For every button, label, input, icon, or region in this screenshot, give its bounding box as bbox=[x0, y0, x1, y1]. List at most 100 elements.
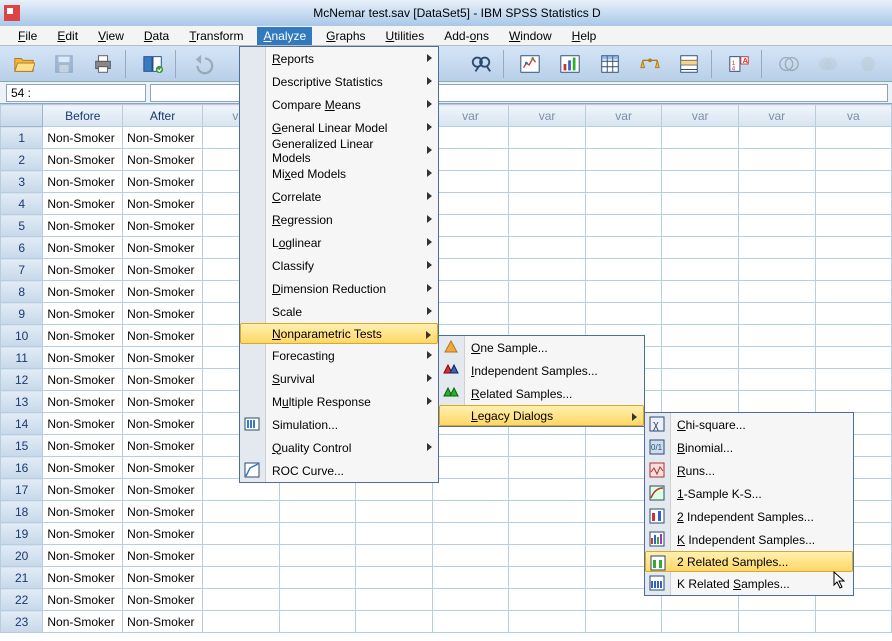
data-cell[interactable]: Non-Smoker bbox=[43, 567, 123, 589]
data-cell[interactable] bbox=[815, 347, 891, 369]
data-cell[interactable] bbox=[739, 369, 816, 391]
menu-file[interactable]: File bbox=[12, 27, 43, 45]
data-cell[interactable]: Non-Smoker bbox=[43, 347, 123, 369]
data-cell[interactable]: Non-Smoker bbox=[43, 391, 123, 413]
data-cell[interactable] bbox=[202, 501, 279, 523]
analyze-regression[interactable]: Regression bbox=[240, 208, 438, 231]
sets-button-3[interactable] bbox=[850, 49, 886, 79]
data-cell[interactable] bbox=[356, 545, 433, 567]
data-cell[interactable] bbox=[662, 369, 739, 391]
data-cell[interactable] bbox=[585, 149, 662, 171]
data-cell[interactable] bbox=[739, 193, 816, 215]
data-cell[interactable] bbox=[815, 215, 891, 237]
nonparam-independent-samples[interactable]: Independent Samples... bbox=[439, 359, 644, 382]
column-header[interactable]: var bbox=[585, 105, 662, 127]
data-cell[interactable] bbox=[279, 545, 356, 567]
row-header[interactable]: 2 bbox=[1, 149, 43, 171]
data-cell[interactable]: Non-Smoker bbox=[43, 611, 123, 633]
data-cell[interactable] bbox=[356, 589, 433, 611]
data-cell[interactable] bbox=[815, 193, 891, 215]
data-cell[interactable] bbox=[509, 259, 586, 281]
chart-button-2[interactable] bbox=[552, 49, 588, 79]
data-cell[interactable]: Non-Smoker bbox=[43, 193, 123, 215]
data-cell[interactable] bbox=[509, 303, 586, 325]
analyze-nonparametric-tests[interactable]: Nonparametric Tests bbox=[240, 323, 438, 344]
data-cell[interactable]: Non-Smoker bbox=[43, 501, 123, 523]
data-cell[interactable] bbox=[432, 457, 509, 479]
legacy-k-related-samples[interactable]: K Related Samples... bbox=[645, 572, 853, 595]
data-cell[interactable]: Non-Smoker bbox=[123, 479, 203, 501]
grid-corner[interactable] bbox=[1, 105, 43, 127]
data-cell[interactable] bbox=[202, 523, 279, 545]
grid-button[interactable] bbox=[592, 49, 628, 79]
data-cell[interactable] bbox=[432, 171, 509, 193]
data-cell[interactable] bbox=[662, 149, 739, 171]
data-cell[interactable] bbox=[815, 149, 891, 171]
analyze-quality-control[interactable]: Quality Control bbox=[240, 436, 438, 459]
data-cell[interactable]: Non-Smoker bbox=[123, 193, 203, 215]
data-cell[interactable] bbox=[662, 391, 739, 413]
data-cell[interactable] bbox=[356, 501, 433, 523]
row-header[interactable]: 1 bbox=[1, 127, 43, 149]
data-cell[interactable] bbox=[662, 611, 739, 633]
data-cell[interactable] bbox=[585, 259, 662, 281]
analyze-survival[interactable]: Survival bbox=[240, 367, 438, 390]
data-cell[interactable] bbox=[509, 523, 586, 545]
row-header[interactable]: 8 bbox=[1, 281, 43, 303]
analyze-scale[interactable]: Scale bbox=[240, 300, 438, 323]
data-cell[interactable]: Non-Smoker bbox=[123, 501, 203, 523]
analyze-correlate[interactable]: Correlate bbox=[240, 185, 438, 208]
data-cell[interactable] bbox=[432, 127, 509, 149]
data-cell[interactable] bbox=[739, 127, 816, 149]
menu-add-ons[interactable]: Add-ons bbox=[438, 27, 495, 45]
data-cell[interactable] bbox=[202, 611, 279, 633]
data-cell[interactable] bbox=[432, 237, 509, 259]
data-cell[interactable] bbox=[815, 303, 891, 325]
data-cell[interactable] bbox=[202, 567, 279, 589]
nonparam-legacy-dialogs[interactable]: Legacy Dialogs bbox=[439, 405, 644, 426]
column-header[interactable]: Before bbox=[43, 105, 123, 127]
data-cell[interactable] bbox=[662, 127, 739, 149]
data-cell[interactable]: Non-Smoker bbox=[43, 479, 123, 501]
data-cell[interactable]: Non-Smoker bbox=[43, 303, 123, 325]
data-cell[interactable] bbox=[509, 193, 586, 215]
nonparam-one-sample[interactable]: One Sample... bbox=[439, 336, 644, 359]
data-cell[interactable]: Non-Smoker bbox=[123, 127, 203, 149]
column-header[interactable]: After bbox=[123, 105, 203, 127]
column-header[interactable]: var bbox=[509, 105, 586, 127]
row-header[interactable]: 23 bbox=[1, 611, 43, 633]
data-cell[interactable] bbox=[509, 501, 586, 523]
data-cell[interactable] bbox=[509, 589, 586, 611]
menu-window[interactable]: Window bbox=[503, 27, 558, 45]
find-button[interactable] bbox=[463, 49, 499, 79]
data-cell[interactable] bbox=[432, 589, 509, 611]
data-cell[interactable]: Non-Smoker bbox=[43, 325, 123, 347]
data-cell[interactable]: Non-Smoker bbox=[123, 347, 203, 369]
data-cell[interactable] bbox=[509, 435, 586, 457]
row-header[interactable]: 5 bbox=[1, 215, 43, 237]
data-cell[interactable]: Non-Smoker bbox=[123, 523, 203, 545]
legacy-2-related-samples[interactable]: 2 Related Samples... bbox=[645, 551, 853, 572]
row-header[interactable]: 3 bbox=[1, 171, 43, 193]
data-cell[interactable] bbox=[662, 215, 739, 237]
data-cell[interactable] bbox=[662, 193, 739, 215]
data-cell[interactable] bbox=[432, 479, 509, 501]
analyze-classify[interactable]: Classify bbox=[240, 254, 438, 277]
data-cell[interactable] bbox=[662, 325, 739, 347]
data-cell[interactable] bbox=[662, 303, 739, 325]
data-cell[interactable] bbox=[739, 171, 816, 193]
data-cell[interactable] bbox=[432, 611, 509, 633]
data-cell[interactable] bbox=[432, 435, 509, 457]
chart-button-1[interactable] bbox=[512, 49, 548, 79]
data-cell[interactable] bbox=[279, 589, 356, 611]
data-cell[interactable] bbox=[585, 237, 662, 259]
data-cell[interactable]: Non-Smoker bbox=[43, 369, 123, 391]
data-cell[interactable] bbox=[202, 545, 279, 567]
undo-button[interactable] bbox=[185, 49, 221, 79]
data-cell[interactable] bbox=[815, 127, 891, 149]
data-cell[interactable] bbox=[432, 281, 509, 303]
data-cell[interactable] bbox=[509, 215, 586, 237]
data-cell[interactable] bbox=[815, 259, 891, 281]
legacy-binomial[interactable]: 0/1Binomial... bbox=[645, 436, 853, 459]
data-cell[interactable] bbox=[356, 523, 433, 545]
